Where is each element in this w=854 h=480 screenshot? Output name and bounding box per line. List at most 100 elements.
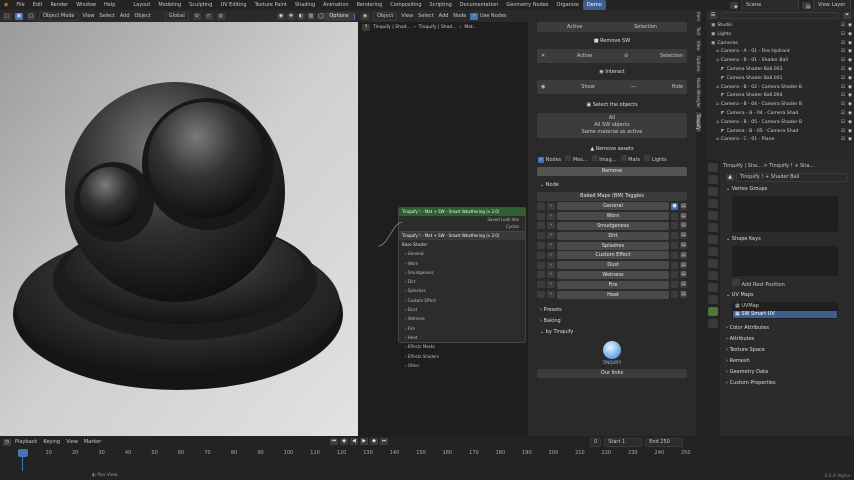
sidebar-tab-node-wrangler[interactable]: Node Wrangler <box>696 75 701 110</box>
output-tab-icon[interactable] <box>708 187 718 196</box>
checkbox-icon[interactable]: ☑ <box>841 128 845 137</box>
eye-icon[interactable]: ◉ <box>848 119 852 128</box>
eye-icon[interactable]: ◉ <box>848 22 852 31</box>
outliner-row[interactable]: ◤ Camera - B - 04 - Camera Shad ☑ ◉ <box>706 110 854 119</box>
node-panel-row[interactable]: › General <box>399 249 525 258</box>
properties-collapsed-section[interactable]: › Custom Properties <box>720 378 854 389</box>
filter-icon[interactable]: ⏷ <box>843 12 851 19</box>
remove-sw-selection-button[interactable]: Selection <box>660 53 683 59</box>
properties-collapsed-section[interactable]: › Remesh <box>720 356 854 367</box>
playhead[interactable] <box>18 449 28 457</box>
node-editor-type-icon[interactable]: ◈ <box>361 12 369 20</box>
outliner-type-icon[interactable]: ☰ <box>709 12 717 19</box>
outliner-row[interactable]: ⌂ Camera - A - 01 - Fire Hydrant ☑ ◉ <box>706 48 854 57</box>
expand-icon[interactable]: › <box>547 271 555 279</box>
outliner-row[interactable]: ⌂ Camera - B - 04 - Camera Shader B ☑ ◉ <box>706 101 854 110</box>
toggle-icon[interactable] <box>537 222 545 230</box>
outliner-row[interactable]: ◤ Camera Shader Ball.001 ☑ ◉ <box>706 75 854 84</box>
node-panel-row[interactable]: › Custom Effect <box>399 296 525 305</box>
chevron-down-icon[interactable]: ⌄ <box>726 186 730 192</box>
toggle-icon[interactable] <box>537 271 545 279</box>
options-button[interactable]: Options <box>324 12 354 21</box>
eye-icon[interactable]: ◉ <box>848 92 852 101</box>
node-link-icon[interactable]: ▤ <box>680 271 687 279</box>
menu-window[interactable]: Window <box>72 0 100 10</box>
expand-icon[interactable]: › <box>547 261 555 269</box>
bake-toggle-icon[interactable] <box>671 271 678 279</box>
asset-filter-checkbox[interactable]: Lights <box>644 155 667 165</box>
node-menu-node[interactable]: Node <box>453 13 466 19</box>
add-rest-position-checkbox[interactable]: Add Rest Position <box>720 278 854 290</box>
outliner-row[interactable]: ⌂ Camera - B - 02 - Camera Shader B ☑ ◉ <box>706 84 854 93</box>
eye-icon[interactable]: ◉ <box>848 48 852 57</box>
bake-toggle-icon[interactable] <box>671 212 678 220</box>
close-icon[interactable]: ✕ <box>541 53 545 59</box>
node-link-icon[interactable]: ▤ <box>680 202 687 210</box>
sidebar-tab-view[interactable]: View <box>696 38 701 53</box>
properties-collapsed-section[interactable]: › Attributes <box>720 334 854 345</box>
viewport-render[interactable]: Camera Perspective (0) Lights | Camera S… <box>0 12 358 436</box>
workspace-tab-sculpting[interactable]: Sculpting <box>185 0 216 10</box>
toggle-icon[interactable] <box>537 291 545 299</box>
node-link-icon[interactable]: ▤ <box>680 281 687 289</box>
editor-type-icon[interactable]: ⬚ <box>3 12 11 20</box>
scene-tab-icon[interactable] <box>708 211 718 220</box>
menu-help[interactable]: Help <box>100 0 119 10</box>
node-link-icon[interactable]: ▤ <box>680 222 687 230</box>
show-button[interactable]: Show <box>581 84 595 90</box>
effect-button-fire[interactable]: Fire <box>557 280 669 289</box>
toggle-icon[interactable] <box>537 251 545 259</box>
view-layer-selector[interactable]: View Layer <box>813 0 851 10</box>
expand-icon[interactable]: › <box>547 232 555 240</box>
tool-tab-icon[interactable] <box>708 163 718 172</box>
object-tab-icon[interactable] <box>708 247 718 256</box>
effect-button-smudgeness[interactable]: Smudgeness <box>557 221 669 230</box>
breadcrumb-item[interactable]: Mat... <box>464 25 477 30</box>
uv-maps-section[interactable]: UV Maps <box>732 292 754 298</box>
workspace-tab-rendering[interactable]: Rendering <box>353 0 387 10</box>
expand-icon[interactable]: › <box>547 242 555 250</box>
particles-tab-icon[interactable] <box>708 271 718 280</box>
toggle-icon[interactable] <box>537 202 545 210</box>
workspace-tab-geometry-nodes[interactable]: Geometry Nodes <box>502 0 552 10</box>
properties-collapsed-section[interactable]: › Geometry Data <box>720 367 854 378</box>
node-panel-row[interactable]: › Dirt <box>399 277 525 286</box>
node-menu-select[interactable]: Select <box>418 13 433 19</box>
sidebar-tab-item[interactable]: Item <box>696 10 701 24</box>
toggle-icon[interactable] <box>537 281 545 289</box>
overlay-icon[interactable]: ◐ <box>297 12 305 20</box>
checkbox-icon[interactable]: ☑ <box>841 22 845 31</box>
eye-icon[interactable]: ◉ <box>848 101 852 110</box>
menu-render[interactable]: Render <box>46 0 72 10</box>
baked-maps-toggle-header[interactable]: Baked Maps (BM) Toggles <box>537 192 687 201</box>
select-mode-icon[interactable]: ▢ <box>27 12 35 20</box>
properties-collapsed-section[interactable]: › Texture Space <box>720 345 854 356</box>
expand-icon[interactable]: › <box>547 291 555 299</box>
gizmo-icon[interactable]: ✥ <box>287 12 295 20</box>
checkbox-icon[interactable]: ☑ <box>841 75 845 84</box>
checkbox-icon[interactable]: ☑ <box>841 40 845 49</box>
effect-button-splashes[interactable]: Splashes <box>557 241 669 250</box>
vertex-groups-list[interactable] <box>732 196 838 232</box>
outliner[interactable]: ☰ ⏷ ▣ Studio ☑ ◉ ▣ Lights ☑ ◉ ▣ Cameras ☑ ◉ ⌂ Camera … <box>706 10 854 160</box>
use-nodes-checkbox[interactable]: ✓ Use Nodes <box>470 12 507 20</box>
checkbox-icon[interactable]: ☑ <box>841 119 845 128</box>
node-menu-add[interactable]: Add <box>439 13 449 19</box>
node-panel-row[interactable]: › Dust <box>399 305 525 314</box>
workspace-tab-animation[interactable]: Animation <box>319 0 353 10</box>
outliner-row[interactable]: ◤ Camera Shader Ball.003 ☑ ◉ <box>706 66 854 75</box>
effect-button-worn[interactable]: Worn <box>557 212 669 221</box>
outliner-row[interactable]: ▣ Cameras ☑ ◉ <box>706 40 854 49</box>
uv-maps-list[interactable]: ▦ UVMap ▦ SW Smart UV <box>732 302 838 319</box>
bake-toggle-icon[interactable] <box>671 281 678 289</box>
properties-editor[interactable]: Tinquify | Sha... > Tinquify ! + Sha... … <box>706 160 854 436</box>
presets-section[interactable]: Presets <box>544 307 562 313</box>
toggle-icon[interactable] <box>537 242 545 250</box>
proportional-icon[interactable]: ◎ <box>216 12 225 20</box>
checkbox-icon[interactable]: ☑ <box>841 57 845 66</box>
asset-filter-checkbox[interactable]: ✓ Nodes <box>538 156 561 165</box>
outliner-row[interactable]: ⌂ Camera - C - 01 - Plane ☑ ◉ <box>706 136 854 145</box>
asset-filter-checkbox[interactable]: Mats <box>620 155 640 165</box>
outliner-row[interactable]: ⌂ Camera - B - 01 - Shader Ball ☑ ◉ <box>706 57 854 66</box>
shader-node-editor[interactable]: ◈ Object View Select Add Node ✓ Use Nodes ↑… <box>358 10 528 436</box>
